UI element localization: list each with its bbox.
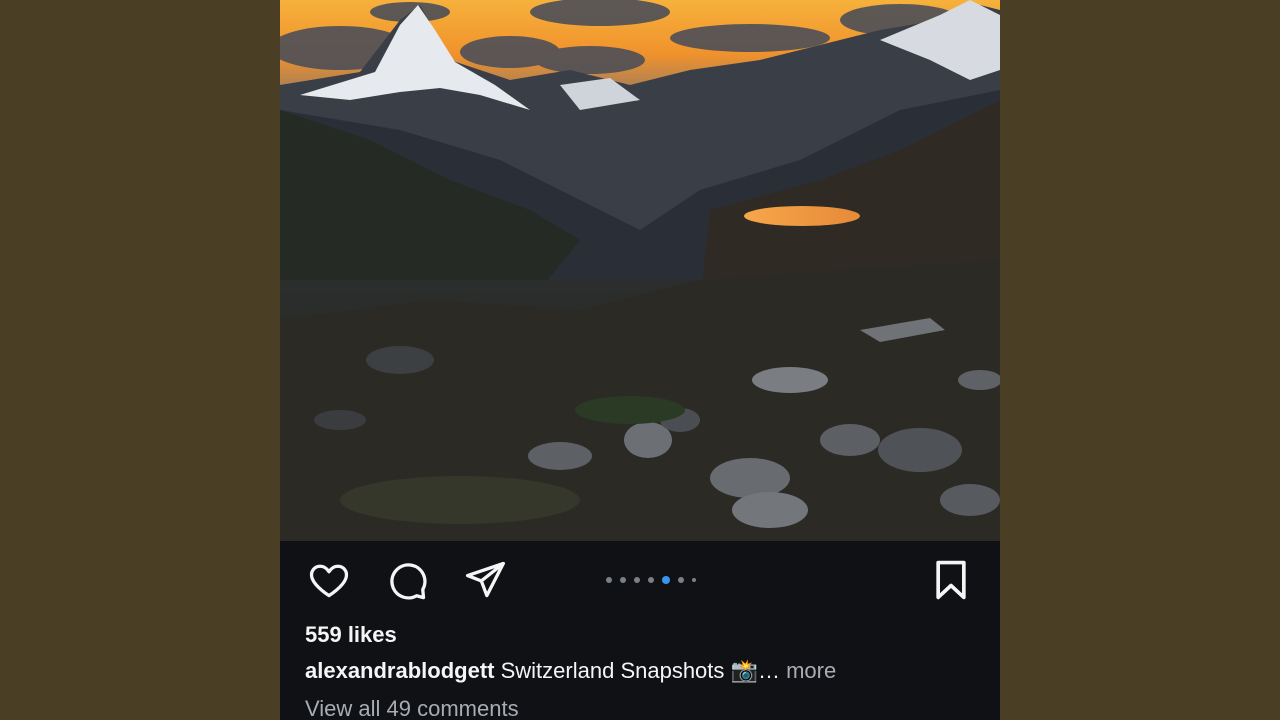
carousel-indicator xyxy=(606,575,696,585)
comment-icon xyxy=(390,563,427,600)
caption-username[interactable]: alexandrablodgett xyxy=(305,658,494,683)
grass-patch xyxy=(575,396,685,424)
carousel-dot-active xyxy=(662,576,670,584)
view-comments-link[interactable]: View all 49 comments xyxy=(305,696,519,720)
caption-ellipsis: … xyxy=(757,658,780,683)
share-button[interactable] xyxy=(461,556,509,604)
comment-button[interactable] xyxy=(383,556,431,604)
grass-patch xyxy=(340,476,580,524)
carousel-dot xyxy=(648,577,654,583)
post-photo[interactable] xyxy=(280,0,1000,541)
carousel-dot xyxy=(634,577,640,583)
carousel-dot xyxy=(692,578,696,582)
like-button[interactable] xyxy=(305,556,353,604)
carousel-dot xyxy=(620,577,626,583)
bookmark-icon xyxy=(936,560,966,600)
carousel-dot xyxy=(606,577,612,583)
carousel-dot xyxy=(678,577,684,583)
save-button[interactable] xyxy=(927,556,975,604)
camera-flash-emoji: 📸 xyxy=(730,658,758,683)
caption-more-link[interactable]: more xyxy=(786,658,836,683)
like-count[interactable]: 559 likes xyxy=(305,622,397,648)
caption-text: Switzerland Snapshots xyxy=(500,658,725,683)
post-action-bar xyxy=(280,541,1000,619)
heart-icon xyxy=(309,564,349,598)
alpine-lake xyxy=(744,206,860,226)
share-icon xyxy=(465,561,505,598)
post-caption: alexandrablodgett Switzerland Snapshots … xyxy=(305,658,985,684)
instagram-post: 559 likes alexandrablodgett Switzerland … xyxy=(280,0,1000,720)
